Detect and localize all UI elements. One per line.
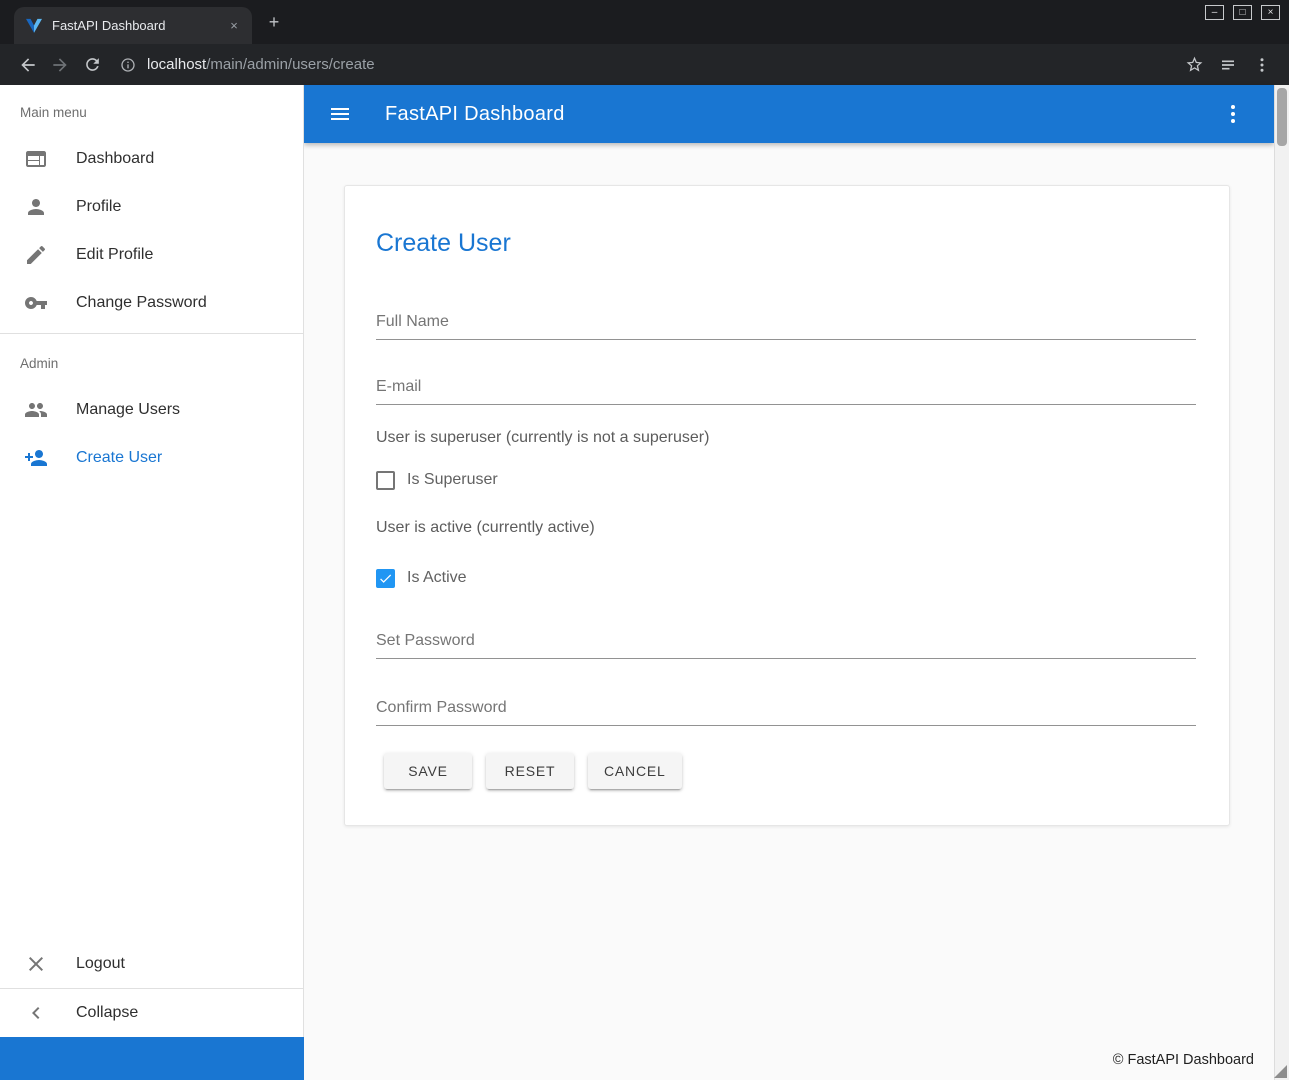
page-info-icon[interactable] <box>120 57 136 73</box>
checkbox-label: Is Superuser <box>407 471 498 489</box>
page-title: Create User <box>376 228 1196 258</box>
active-hint: User is active (currently active) <box>376 519 1196 537</box>
sidebar-item-create-user[interactable]: Create User <box>0 434 303 482</box>
forward-button[interactable] <box>44 49 76 81</box>
app-bar: FastAPI Dashboard <box>304 85 1274 143</box>
sidebar-section-main-menu: Main menu <box>0 89 303 135</box>
create-user-card: Create User User is superuser (currently… <box>344 185 1230 826</box>
sidebar-section-admin: Admin <box>0 340 303 386</box>
sidebar-divider <box>0 333 303 334</box>
save-button[interactable]: SAVE <box>384 753 472 789</box>
key-icon <box>24 291 48 315</box>
cancel-button[interactable]: CANCEL <box>588 753 682 789</box>
browser-tab[interactable]: FastAPI Dashboard × <box>14 7 252 44</box>
url-host: localhost <box>147 56 206 73</box>
window-close-button[interactable]: × <box>1261 5 1280 20</box>
main-content: Create User User is superuser (currently… <box>304 143 1274 1080</box>
url-path: /main/admin/users/create <box>206 56 374 73</box>
confirm-password-input[interactable] <box>376 699 1196 726</box>
sidebar-item-dashboard[interactable]: Dashboard <box>0 135 303 183</box>
superuser-hint: User is superuser (currently is not a su… <box>376 429 1196 447</box>
tab-close-icon[interactable]: × <box>224 16 244 36</box>
sidebar-item-manage-users[interactable]: Manage Users <box>0 386 303 434</box>
sidebar-item-change-password[interactable]: Change Password <box>0 279 303 327</box>
checkbox-unchecked-icon <box>376 471 395 490</box>
full-name-input[interactable] <box>376 313 1196 340</box>
person-add-icon <box>24 446 48 470</box>
page-scrollbar[interactable] <box>1274 85 1289 1080</box>
hamburger-menu-icon[interactable] <box>328 102 352 126</box>
sidebar-item-label: Profile <box>76 198 121 216</box>
sidebar-item-label: Collapse <box>76 1004 138 1022</box>
new-tab-button[interactable]: + <box>262 10 286 34</box>
back-button[interactable] <box>12 49 44 81</box>
dashboard-icon <box>24 147 48 171</box>
reload-button[interactable] <box>76 49 108 81</box>
checkbox-label: Is Active <box>407 569 467 587</box>
browser-menu-icon[interactable] <box>1247 50 1277 80</box>
sidebar-item-label: Change Password <box>76 294 207 312</box>
reset-button[interactable]: RESET <box>486 753 574 789</box>
sidebar-item-profile[interactable]: Profile <box>0 183 303 231</box>
sidebar-item-label: Edit Profile <box>76 246 153 264</box>
sidebar-item-edit-profile[interactable]: Edit Profile <box>0 231 303 279</box>
extensions-icon[interactable] <box>1213 50 1243 80</box>
window-minimize-button[interactable]: – <box>1205 5 1224 20</box>
address-bar[interactable]: localhost/main/admin/users/create <box>120 56 1175 73</box>
window-maximize-button[interactable]: □ <box>1233 5 1252 20</box>
window-controls: – □ × <box>1205 5 1280 20</box>
app-title: FastAPI Dashboard <box>385 103 1221 126</box>
chevron-left-icon <box>24 1001 48 1025</box>
browser-titlebar: FastAPI Dashboard × + – □ × <box>0 0 1289 44</box>
is-superuser-checkbox[interactable]: Is Superuser <box>376 467 1196 493</box>
footer-bar <box>0 1037 304 1080</box>
sidebar-item-collapse[interactable]: Collapse <box>0 989 303 1037</box>
checkbox-checked-icon <box>376 569 395 588</box>
scrollbar-thumb[interactable] <box>1277 88 1287 146</box>
tab-title: FastAPI Dashboard <box>52 18 224 33</box>
app-menu-icon[interactable] <box>1221 102 1245 126</box>
email-input[interactable] <box>376 378 1196 405</box>
close-icon <box>24 952 48 976</box>
bookmark-star-icon[interactable] <box>1179 50 1209 80</box>
is-active-checkbox[interactable]: Is Active <box>376 565 1196 591</box>
pencil-icon <box>24 243 48 267</box>
sidebar-item-label: Create User <box>76 449 162 467</box>
sidebar-item-logout[interactable]: Logout <box>0 940 303 988</box>
footer-copyright: © FastAPI Dashboard <box>304 1040 1274 1080</box>
browser-addressbar: localhost/main/admin/users/create <box>0 44 1289 85</box>
set-password-input[interactable] <box>376 632 1196 659</box>
sidebar: Main menu Dashboard Profile Edit Profile… <box>0 85 304 1037</box>
browser-window: FastAPI Dashboard × + – □ × localhost/ma… <box>0 0 1289 1080</box>
sidebar-item-label: Dashboard <box>76 150 154 168</box>
sidebar-bottom: Logout Collapse <box>0 940 303 1037</box>
sidebar-item-label: Logout <box>76 955 125 973</box>
person-icon <box>24 195 48 219</box>
form-actions: SAVE RESET CANCEL <box>384 753 1196 789</box>
resize-grip-icon[interactable] <box>1274 1065 1287 1078</box>
people-icon <box>24 398 48 422</box>
sidebar-item-label: Manage Users <box>76 401 180 419</box>
vuetify-logo-icon <box>26 18 43 34</box>
